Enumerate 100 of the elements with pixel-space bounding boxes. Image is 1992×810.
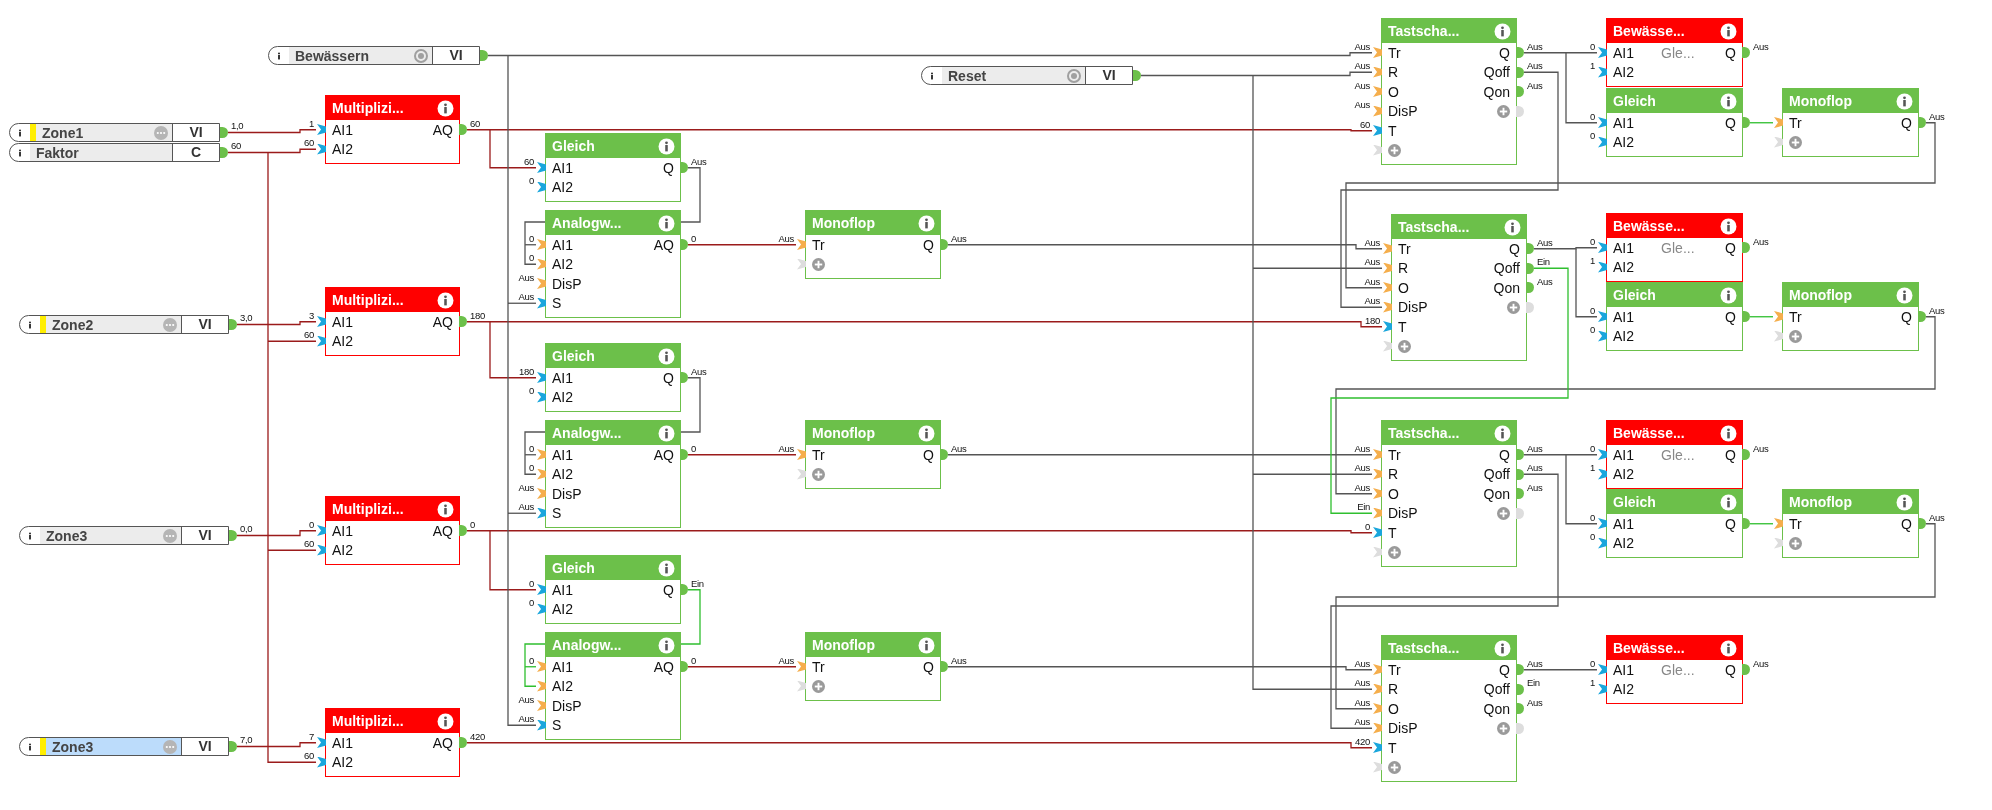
add-icon[interactable] (1388, 143, 1401, 157)
add-icon[interactable] (1789, 536, 1802, 550)
output-pin[interactable] (229, 319, 237, 330)
target-icon[interactable] (414, 48, 428, 63)
output-pin[interactable] (1742, 449, 1750, 460)
info-icon[interactable] (437, 500, 454, 518)
input-pin[interactable] (1774, 537, 1783, 549)
input-pin[interactable] (1598, 330, 1607, 342)
input-pin[interactable] (1373, 546, 1382, 558)
output-pin[interactable] (1526, 282, 1534, 293)
output-pin[interactable] (1742, 242, 1750, 253)
input-pin[interactable] (1598, 242, 1607, 253)
input-pin[interactable] (1774, 136, 1783, 148)
input-pin[interactable] (1373, 105, 1382, 117)
add-icon[interactable] (1497, 506, 1510, 520)
info-icon[interactable] (1720, 286, 1737, 304)
input-pin[interactable] (317, 525, 326, 536)
add-icon[interactable] (1789, 135, 1802, 149)
output-pin[interactable] (1742, 664, 1750, 675)
input-pin[interactable] (1373, 507, 1382, 519)
input-pin[interactable] (317, 143, 326, 155)
add-icon[interactable] (812, 257, 825, 271)
output-pin[interactable] (1516, 449, 1524, 460)
info-icon[interactable] (918, 214, 935, 232)
input-pin[interactable] (1373, 449, 1382, 460)
info-icon[interactable] (918, 636, 935, 654)
more-icon[interactable] (163, 528, 177, 543)
input-pin[interactable] (1774, 330, 1783, 342)
input-pin[interactable] (317, 544, 326, 556)
output-pin[interactable] (220, 127, 228, 138)
add-icon[interactable] (812, 467, 825, 481)
output-pin[interactable] (1526, 301, 1534, 313)
input-pin[interactable] (537, 603, 546, 615)
output-pin[interactable] (459, 316, 467, 327)
output-pin[interactable] (1516, 664, 1524, 675)
output-pin[interactable] (1742, 518, 1750, 529)
info-icon[interactable] (658, 636, 675, 654)
output-pin[interactable] (680, 239, 688, 250)
output-pin[interactable] (1742, 117, 1750, 128)
input-pin[interactable] (1373, 86, 1382, 97)
info-icon[interactable] (1896, 286, 1913, 304)
input-pin[interactable] (1598, 47, 1607, 58)
input-pin[interactable] (1598, 261, 1607, 273)
output-pin[interactable] (459, 525, 467, 536)
input-pin[interactable] (1373, 144, 1382, 156)
input-pin[interactable] (1373, 761, 1382, 773)
input-pin[interactable] (1598, 117, 1607, 128)
output-pin[interactable] (1918, 311, 1926, 322)
add-icon[interactable] (1388, 545, 1401, 559)
input-pin[interactable] (797, 449, 806, 460)
info-icon[interactable] (1720, 424, 1737, 442)
info-icon[interactable] (1504, 218, 1521, 236)
output-pin[interactable] (680, 372, 688, 383)
input-pin[interactable] (537, 372, 546, 383)
output-pin[interactable] (1742, 47, 1750, 58)
info-icon[interactable] (658, 559, 675, 577)
input-pin[interactable] (1373, 468, 1382, 480)
info-icon[interactable] (1720, 639, 1737, 657)
input-pin[interactable] (1373, 66, 1382, 78)
info-icon[interactable] (658, 347, 675, 365)
input-pin[interactable] (537, 661, 546, 672)
output-pin[interactable] (1516, 86, 1524, 97)
input-pin[interactable] (537, 507, 546, 519)
input-pin[interactable] (1598, 468, 1607, 480)
info-icon[interactable] (1896, 92, 1913, 110)
output-pin[interactable] (680, 162, 688, 173)
add-icon[interactable] (1388, 760, 1401, 774)
input-pin[interactable] (537, 488, 546, 499)
output-pin[interactable] (1516, 703, 1524, 714)
output-pin[interactable] (1742, 311, 1750, 322)
input-pin[interactable] (1373, 125, 1382, 136)
input-pin[interactable] (537, 449, 546, 460)
input-pin[interactable] (537, 181, 546, 193)
output-pin[interactable] (459, 124, 467, 135)
add-icon[interactable] (1398, 339, 1411, 353)
input-pin[interactable] (537, 278, 546, 289)
input-pin[interactable] (1383, 262, 1392, 274)
input-pin[interactable] (1383, 282, 1392, 293)
output-pin[interactable] (459, 737, 467, 748)
info-icon[interactable] (1720, 217, 1737, 235)
output-pin[interactable] (1526, 262, 1534, 274)
output-pin[interactable] (680, 449, 688, 460)
output-pin[interactable] (1516, 722, 1524, 734)
more-icon[interactable] (163, 739, 177, 754)
input-pin[interactable] (797, 239, 806, 250)
output-pin[interactable] (1516, 105, 1524, 117)
add-icon[interactable] (1507, 300, 1520, 314)
output-pin[interactable] (940, 449, 948, 460)
input-pin[interactable] (797, 468, 806, 480)
input-pin[interactable] (537, 468, 546, 480)
input-pin[interactable] (1598, 664, 1607, 675)
info-icon[interactable] (1896, 493, 1913, 511)
output-pin[interactable] (1516, 488, 1524, 499)
output-pin[interactable] (940, 661, 948, 672)
input-pin[interactable] (1774, 518, 1783, 529)
input-pin[interactable] (537, 162, 546, 173)
info-icon[interactable] (1494, 424, 1511, 442)
output-pin[interactable] (1918, 117, 1926, 128)
add-icon[interactable] (812, 679, 825, 693)
input-pin[interactable] (1373, 664, 1382, 675)
